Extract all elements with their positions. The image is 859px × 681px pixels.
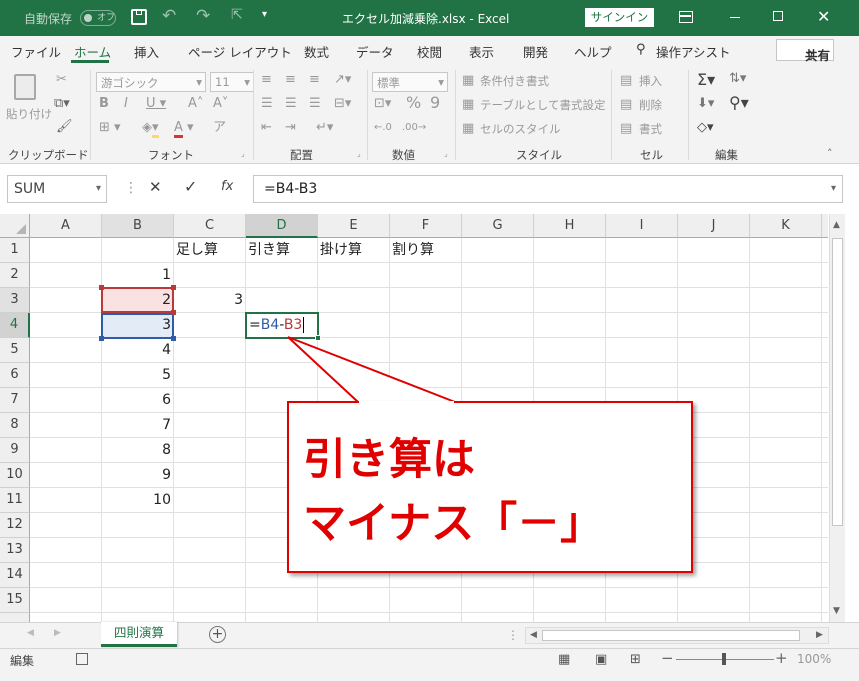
scroll-left-icon[interactable]: ◀ bbox=[530, 630, 537, 640]
vertical-scrollbar[interactable]: ▲ ▼ bbox=[829, 214, 845, 622]
zoom-out-icon[interactable]: − bbox=[661, 649, 674, 667]
sheet-prev-icon[interactable]: ◀ bbox=[27, 628, 34, 638]
horizontal-scrollbar[interactable]: ◀ ▶ bbox=[525, 627, 829, 644]
normal-view-icon[interactable]: ▦ bbox=[558, 652, 570, 667]
zoom-level[interactable]: 100% bbox=[797, 652, 831, 666]
macro-record-icon[interactable] bbox=[76, 653, 88, 665]
scroll-right-icon[interactable]: ▶ bbox=[816, 630, 823, 640]
status-bar: 編集 ▦ ▣ ⊞ − + 100% bbox=[0, 648, 859, 681]
callout-line-2: マイナス「－」 bbox=[303, 499, 604, 549]
page-layout-view-icon[interactable]: ▣ bbox=[595, 652, 607, 667]
callout-arrow-join bbox=[359, 401, 454, 404]
callout-arrow bbox=[287, 336, 456, 403]
h-scroll-thumb[interactable] bbox=[542, 630, 800, 641]
page-break-view-icon[interactable]: ⊞ bbox=[630, 652, 641, 667]
callout-line-1: 引き算は bbox=[303, 435, 475, 485]
tab-split-icon[interactable]: ⋮ bbox=[507, 628, 519, 642]
zoom-in-icon[interactable]: + bbox=[775, 649, 788, 667]
sheet-next-icon[interactable]: ▶ bbox=[54, 628, 61, 638]
zoom-slider-thumb[interactable] bbox=[722, 653, 726, 665]
callout-box: 引き算は マイナス「－」 bbox=[287, 401, 693, 573]
scroll-up-icon[interactable]: ▲ bbox=[833, 220, 840, 230]
status-mode: 編集 bbox=[10, 654, 35, 668]
scroll-down-icon[interactable]: ▼ bbox=[833, 606, 840, 616]
add-sheet-icon[interactable]: + bbox=[209, 626, 226, 643]
sheet-tab-bar: ◀ ▶ 四則演算 + ⋮ ◀ ▶ bbox=[0, 622, 859, 648]
sheet-tab-active[interactable]: 四則演算 bbox=[101, 622, 177, 647]
scroll-thumb[interactable] bbox=[832, 238, 843, 526]
